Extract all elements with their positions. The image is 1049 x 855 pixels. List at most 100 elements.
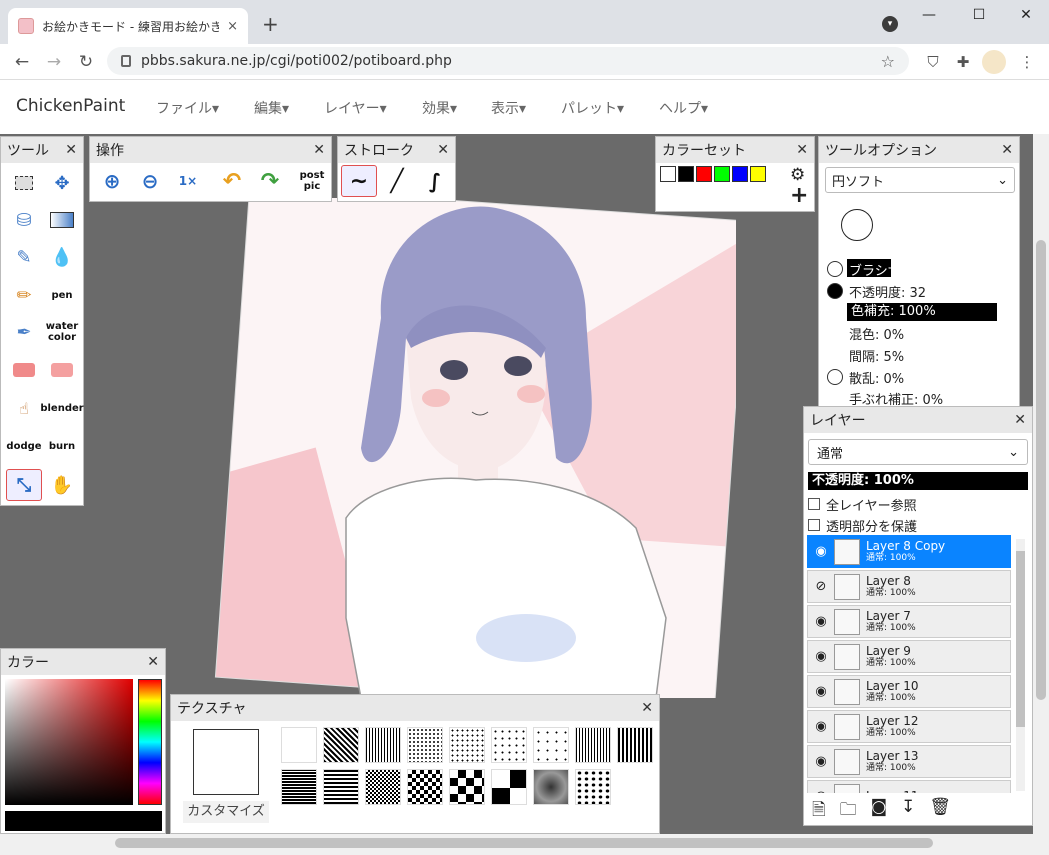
layer-row[interactable]: ◉ Layer 12 通常: 100%	[807, 710, 1011, 743]
horizontal-scroll-thumb[interactable]	[115, 838, 933, 848]
texture-swatch[interactable]	[323, 769, 359, 805]
texture-swatch[interactable]	[533, 769, 569, 805]
fill-bucket-icon[interactable]: ⛁	[6, 204, 42, 236]
burn-tool[interactable]: burn	[44, 430, 80, 462]
layers-close-button[interactable]: ✕	[1014, 412, 1026, 428]
browser-tab[interactable]: お絵かきモード - 練習用お絵かき掲示 ×	[8, 8, 248, 44]
tab-search-icon[interactable]: ▾	[882, 16, 898, 32]
menu-edit[interactable]: 編集▾	[254, 98, 289, 118]
texture-close-button[interactable]: ✕	[641, 700, 653, 716]
stroke-close-button[interactable]: ✕	[437, 142, 449, 158]
rect-select-icon[interactable]	[6, 167, 42, 199]
texture-swatch[interactable]	[323, 727, 359, 763]
new-tab-button[interactable]: +	[262, 14, 279, 34]
undo-icon[interactable]: ↶	[214, 165, 250, 197]
forward-arrow-icon[interactable]: →	[42, 50, 66, 74]
option-radio[interactable]	[827, 369, 843, 385]
post-pic-button[interactable]: post pic	[294, 165, 330, 197]
reload-icon[interactable]: ↻	[74, 50, 98, 74]
texture-swatch[interactable]	[617, 727, 653, 763]
check-protect-transparency[interactable]: 透明部分を保護	[808, 515, 917, 535]
back-arrow-icon[interactable]: ←	[10, 50, 34, 74]
window-maximize-button[interactable]: ☐	[956, 6, 1002, 26]
eye-icon[interactable]: ◉	[808, 684, 834, 699]
window-close-button[interactable]: ✕	[1003, 6, 1049, 26]
curve-stroke-icon[interactable]: ∫	[417, 165, 453, 197]
layer-row[interactable]: ⊘ Layer 8 通常: 100%	[807, 570, 1011, 603]
bookmark-star-icon[interactable]: ☆	[881, 52, 895, 71]
drawing-canvas[interactable]	[196, 198, 736, 698]
color-swatch[interactable]	[696, 166, 712, 182]
texture-swatch[interactable]	[407, 769, 443, 805]
watercolor-tool[interactable]: water color	[44, 316, 80, 348]
color-swatch[interactable]	[678, 166, 694, 182]
vertical-scroll-thumb[interactable]	[1036, 240, 1046, 700]
add-mask-icon[interactable]: ◙	[871, 797, 888, 826]
option-scatter[interactable]: 散乱: 0%	[827, 367, 904, 387]
eye-icon[interactable]: ◉	[808, 754, 834, 769]
texture-swatch[interactable]	[449, 769, 485, 805]
checkbox[interactable]	[808, 519, 820, 531]
color-swatch[interactable]	[732, 166, 748, 182]
option-brush-size[interactable]: ブラシサイズ: 30	[827, 258, 951, 279]
zoom-in-icon[interactable]: ⊕	[94, 165, 130, 197]
eye-icon[interactable]: ◉	[808, 544, 834, 559]
eyedropper-icon[interactable]: ✎	[6, 241, 42, 273]
water-drop-icon[interactable]: 💧	[44, 241, 80, 273]
eraser-soft-icon[interactable]	[44, 354, 80, 386]
option-mix[interactable]: 混色: 0%	[849, 323, 904, 343]
eye-icon[interactable]: ◉	[808, 649, 834, 664]
blender-tool[interactable]: blender	[40, 392, 83, 424]
layer-row[interactable]: ◉ Layer 13 通常: 100%	[807, 745, 1011, 778]
texture-swatch[interactable]	[449, 727, 485, 763]
option-smoothing[interactable]: 手ぶれ補正: 0%	[849, 388, 943, 408]
texture-swatch[interactable]	[575, 769, 611, 805]
menu-layer[interactable]: レイヤー▾	[324, 98, 387, 118]
texture-swatch[interactable]	[491, 769, 527, 805]
menu-view[interactable]: 表示▾	[491, 98, 526, 118]
zoom-out-icon[interactable]: ⊖	[132, 165, 168, 197]
eye-icon[interactable]: ◉	[808, 719, 834, 734]
layer-list-scrollbar[interactable]	[1016, 539, 1025, 791]
operations-close-button[interactable]: ✕	[313, 142, 325, 158]
tools-close-button[interactable]: ✕	[65, 142, 77, 158]
option-radio[interactable]	[827, 261, 843, 277]
shield-extension-icon[interactable]: ⛉	[921, 50, 945, 74]
menu-file[interactable]: ファイル▾	[156, 98, 219, 118]
tool-options-close-button[interactable]: ✕	[1001, 142, 1013, 158]
saturation-value-picker[interactable]	[5, 679, 133, 805]
tab-close-button[interactable]: ×	[227, 19, 238, 34]
eye-icon[interactable]: ◉	[808, 789, 834, 793]
layer-row[interactable]: ◉ Layer 9 通常: 100%	[807, 640, 1011, 673]
menu-palette[interactable]: パレット▾	[561, 98, 624, 118]
option-color-fill[interactable]: 色補充: 100%	[847, 303, 997, 321]
eye-icon[interactable]: ◉	[808, 614, 834, 629]
line-stroke-icon[interactable]: ╱	[379, 165, 415, 197]
texture-swatch[interactable]	[533, 727, 569, 763]
airbrush-icon[interactable]: ✒	[6, 316, 42, 348]
hand-icon[interactable]: ✋	[44, 469, 80, 501]
layer-row[interactable]: ◉ Layer 7 通常: 100%	[807, 605, 1011, 638]
window-minimize-button[interactable]: —	[906, 6, 952, 26]
texture-customize-button[interactable]: カスタマイズ	[183, 801, 269, 823]
url-bar[interactable]: pbbs.sakura.ne.jp/cgi/poti002/potiboard.…	[107, 47, 909, 75]
merge-down-icon[interactable]: ↧	[901, 797, 915, 826]
color-swatch[interactable]	[750, 166, 766, 182]
texture-swatch[interactable]	[281, 727, 317, 763]
gradient-icon[interactable]	[44, 204, 80, 236]
new-layer-icon[interactable]: 🗎	[812, 797, 826, 826]
brush-select[interactable]: 円ソフト ⌄	[825, 167, 1015, 193]
layer-opacity-slider[interactable]: 不透明度: 100%	[808, 472, 1028, 490]
transform-icon[interactable]: ⤡	[6, 469, 42, 501]
eye-hidden-icon[interactable]: ⊘	[808, 579, 834, 594]
move-icon[interactable]: ✥	[44, 167, 80, 199]
option-radio[interactable]	[827, 283, 843, 299]
menu-effects[interactable]: 効果▾	[422, 98, 457, 118]
profile-avatar[interactable]	[982, 50, 1006, 74]
color-swatch[interactable]	[714, 166, 730, 182]
texture-swatch[interactable]	[491, 727, 527, 763]
texture-swatch[interactable]	[407, 727, 443, 763]
new-folder-icon[interactable]: 🗀	[840, 797, 857, 826]
texture-swatch[interactable]	[575, 727, 611, 763]
browser-menu-icon[interactable]: ⋮	[1015, 50, 1039, 74]
